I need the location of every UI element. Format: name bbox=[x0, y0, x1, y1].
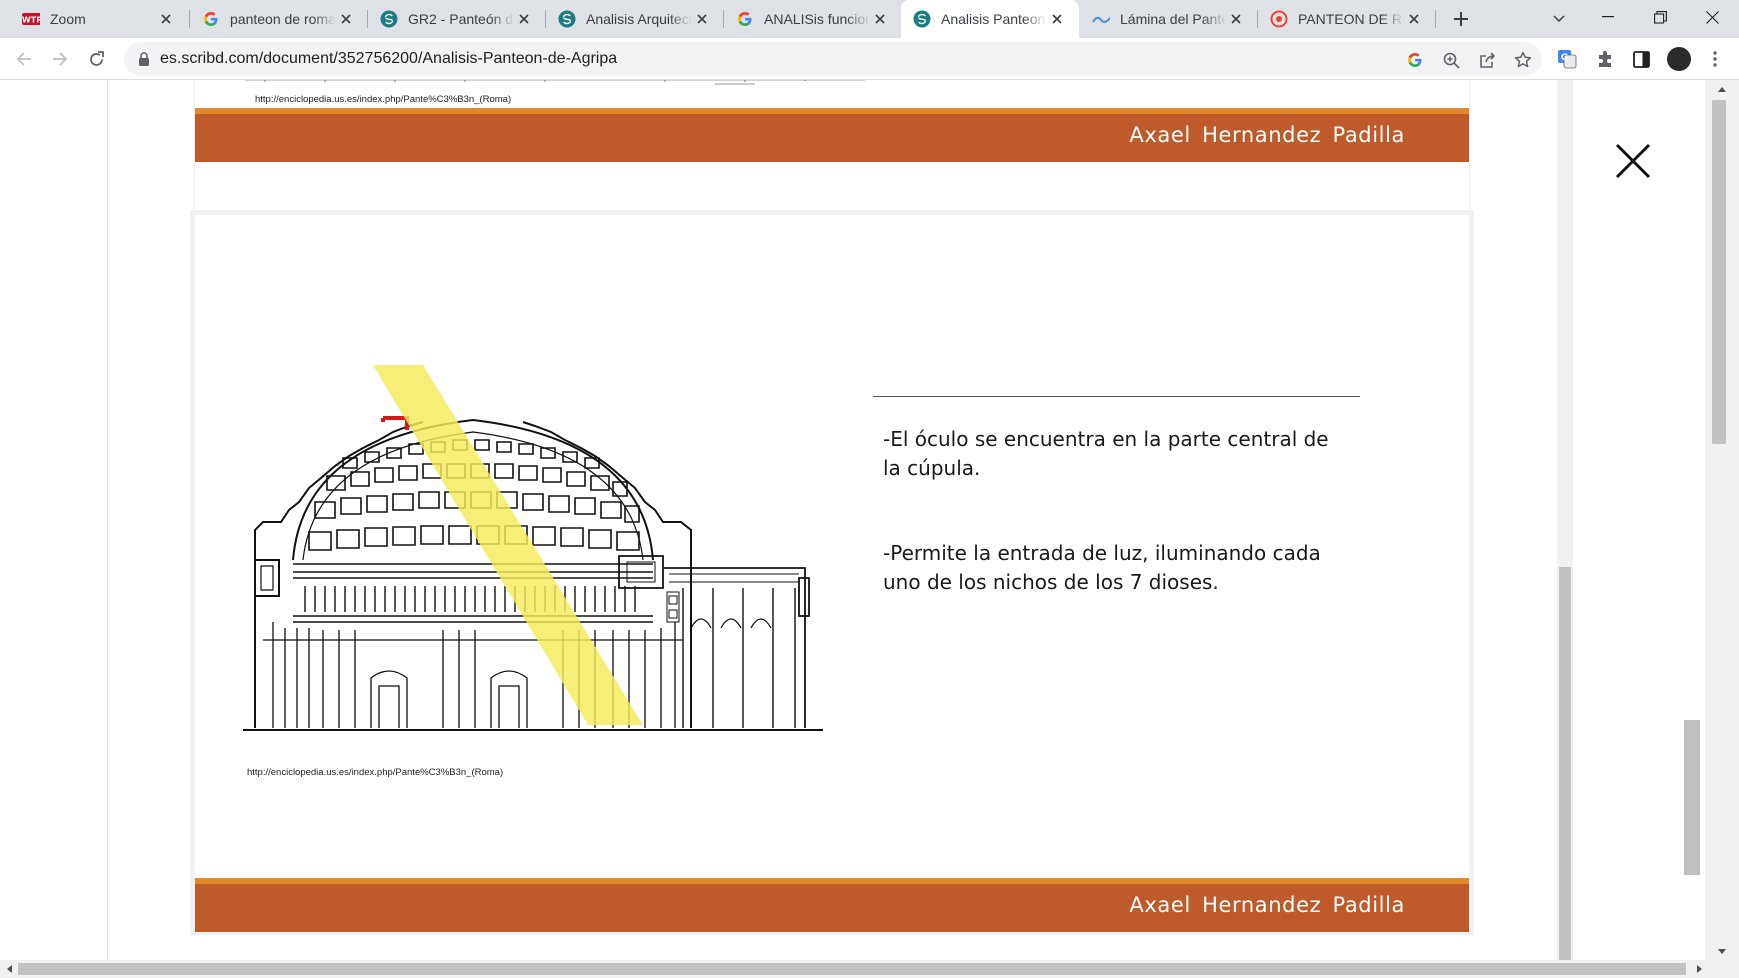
title-divider-line bbox=[873, 396, 1360, 397]
restore-icon bbox=[1653, 10, 1667, 24]
tab-search-button[interactable] bbox=[1546, 6, 1572, 32]
scroll-up-arrow-icon[interactable] bbox=[1705, 82, 1739, 96]
close-tab-icon[interactable] bbox=[514, 9, 534, 29]
tab-title: GR2 - Panteón de bbox=[408, 11, 514, 27]
reload-button[interactable] bbox=[80, 43, 112, 75]
close-tab-icon[interactable] bbox=[1404, 9, 1424, 29]
restore-button[interactable] bbox=[1634, 0, 1686, 34]
url-text[interactable]: es.scribd.com/document/352756200/Analisi… bbox=[160, 50, 617, 68]
tab-analisis-arquitect[interactable]: Analisis Arquitect bbox=[546, 0, 724, 38]
scribd-icon bbox=[913, 10, 931, 28]
tab-title: Analisis Panteon d bbox=[941, 11, 1047, 27]
back-button[interactable] bbox=[8, 43, 40, 75]
sway-icon bbox=[1092, 10, 1110, 28]
tab-separator bbox=[1435, 10, 1436, 28]
google-g-icon bbox=[202, 10, 220, 28]
close-tab-icon[interactable] bbox=[156, 9, 176, 29]
side-panel-icon[interactable] bbox=[1626, 44, 1656, 74]
slide-footer-bar: Axael Hernandez Padilla bbox=[195, 108, 1469, 162]
address-bar[interactable]: es.scribd.com/document/352756200/Analisi… bbox=[124, 42, 1542, 76]
close-tab-icon[interactable] bbox=[336, 9, 356, 29]
google-g-icon bbox=[736, 10, 754, 28]
tab-analisis-funcion[interactable]: ANALISis funcion bbox=[724, 0, 902, 38]
browser-toolbar: es.scribd.com/document/352756200/Analisi… bbox=[0, 38, 1739, 80]
pdf-red-icon bbox=[1270, 10, 1288, 28]
close-window-button[interactable] bbox=[1686, 0, 1738, 34]
tab-title: Analisis Arquitect bbox=[586, 11, 692, 27]
minimize-icon bbox=[1602, 16, 1614, 18]
page-viewport: http://enciclopedia.us.es/index.php/Pant… bbox=[0, 80, 1739, 978]
tab-gr2-panteon[interactable]: GR2 - Panteón de bbox=[368, 0, 546, 38]
reload-icon bbox=[89, 50, 104, 66]
scroll-left-arrow-icon[interactable] bbox=[0, 960, 18, 978]
image-source-citation: http://enciclopedia.us.es/index.php/Pant… bbox=[255, 94, 512, 105]
tab-panteon-de-roma-pdf[interactable]: PANTEON DE RO bbox=[1258, 0, 1436, 38]
tab-zoom[interactable]: WTP Zoom bbox=[10, 0, 188, 38]
share-icon[interactable] bbox=[1474, 47, 1500, 73]
lock-icon[interactable] bbox=[136, 51, 152, 67]
close-tab-icon[interactable] bbox=[1047, 9, 1067, 29]
chevron-down-icon bbox=[1553, 15, 1565, 23]
image-source-citation: http://enciclopedia.us.es/index.php/Pant… bbox=[247, 767, 504, 778]
bullet-oculus-location: -El óculo se encuentra en la parte centr… bbox=[883, 427, 1329, 480]
bullet-light-entry: -Permite la entrada de luz, iluminando c… bbox=[883, 541, 1321, 594]
new-tab-button[interactable] bbox=[1448, 6, 1474, 32]
current-slide: http://enciclopedia.us.es/index.php/Pant… bbox=[195, 215, 1469, 932]
slide-footer-bar: Axael Hernandez Padilla bbox=[195, 878, 1469, 932]
tab-strip: WTP Zoom panteon de roma GR2 - Panteón d… bbox=[0, 0, 1739, 38]
close-tab-icon[interactable] bbox=[1226, 9, 1246, 29]
tab-analisis-panteon-active[interactable]: Analisis Panteon d bbox=[901, 0, 1079, 38]
scribd-icon bbox=[380, 10, 398, 28]
svg-text:WTP: WTP bbox=[22, 16, 40, 25]
arrow-left-icon bbox=[16, 52, 31, 66]
close-icon bbox=[1705, 10, 1719, 24]
slide-author: Axael Hernandez Padilla bbox=[1129, 123, 1405, 147]
page-scrollbar-thumb[interactable] bbox=[1712, 100, 1726, 444]
scroll-right-arrow-icon[interactable] bbox=[1690, 960, 1708, 978]
slide-author: Axael Hernandez Padilla bbox=[1129, 893, 1405, 917]
viewer-scrollbar-thumb[interactable] bbox=[1684, 720, 1700, 875]
tab-title: Zoom bbox=[50, 11, 86, 27]
close-tab-icon[interactable] bbox=[870, 9, 890, 29]
close-tab-icon[interactable] bbox=[692, 9, 712, 29]
document-scrollbar[interactable] bbox=[1557, 80, 1573, 962]
translate-extension-icon[interactable]: G bbox=[1552, 44, 1582, 74]
horizontal-scrollbar[interactable] bbox=[0, 960, 1739, 978]
horizontal-scrollbar-thumb[interactable] bbox=[18, 963, 1686, 975]
tab-title: ANALISis funcion bbox=[764, 11, 870, 27]
kebab-menu-icon[interactable] bbox=[1700, 44, 1730, 74]
profile-avatar[interactable] bbox=[1667, 47, 1691, 71]
extensions-puzzle-icon[interactable] bbox=[1590, 44, 1620, 74]
zoom-favicon-icon: WTP bbox=[22, 10, 40, 28]
tab-title: panteon de roma bbox=[230, 11, 336, 27]
bookmark-star-icon[interactable] bbox=[1510, 47, 1536, 73]
plus-icon bbox=[1454, 12, 1468, 26]
google-lens-icon[interactable] bbox=[1402, 47, 1428, 73]
tab-title: Lámina del Pante bbox=[1120, 11, 1226, 27]
scroll-down-arrow-icon[interactable] bbox=[1705, 944, 1739, 958]
arrow-right-icon bbox=[53, 52, 68, 66]
tab-title: PANTEON DE RO bbox=[1298, 11, 1404, 27]
zoom-icon[interactable] bbox=[1438, 47, 1464, 73]
pantheon-section-illustration bbox=[243, 365, 823, 731]
forward-button[interactable] bbox=[44, 43, 76, 75]
document-scrollbar-thumb[interactable] bbox=[1559, 567, 1571, 962]
close-icon[interactable] bbox=[1608, 136, 1658, 186]
minimize-button[interactable] bbox=[1582, 0, 1634, 34]
tab-lamina-del-panteon[interactable]: Lámina del Pante bbox=[1080, 0, 1258, 38]
svg-text:G: G bbox=[1561, 53, 1568, 63]
page-scrollbar[interactable] bbox=[1705, 80, 1739, 960]
tab-panteon-de-roma[interactable]: panteon de roma bbox=[190, 0, 368, 38]
scribd-icon bbox=[558, 10, 576, 28]
document-edge-left bbox=[107, 80, 108, 960]
